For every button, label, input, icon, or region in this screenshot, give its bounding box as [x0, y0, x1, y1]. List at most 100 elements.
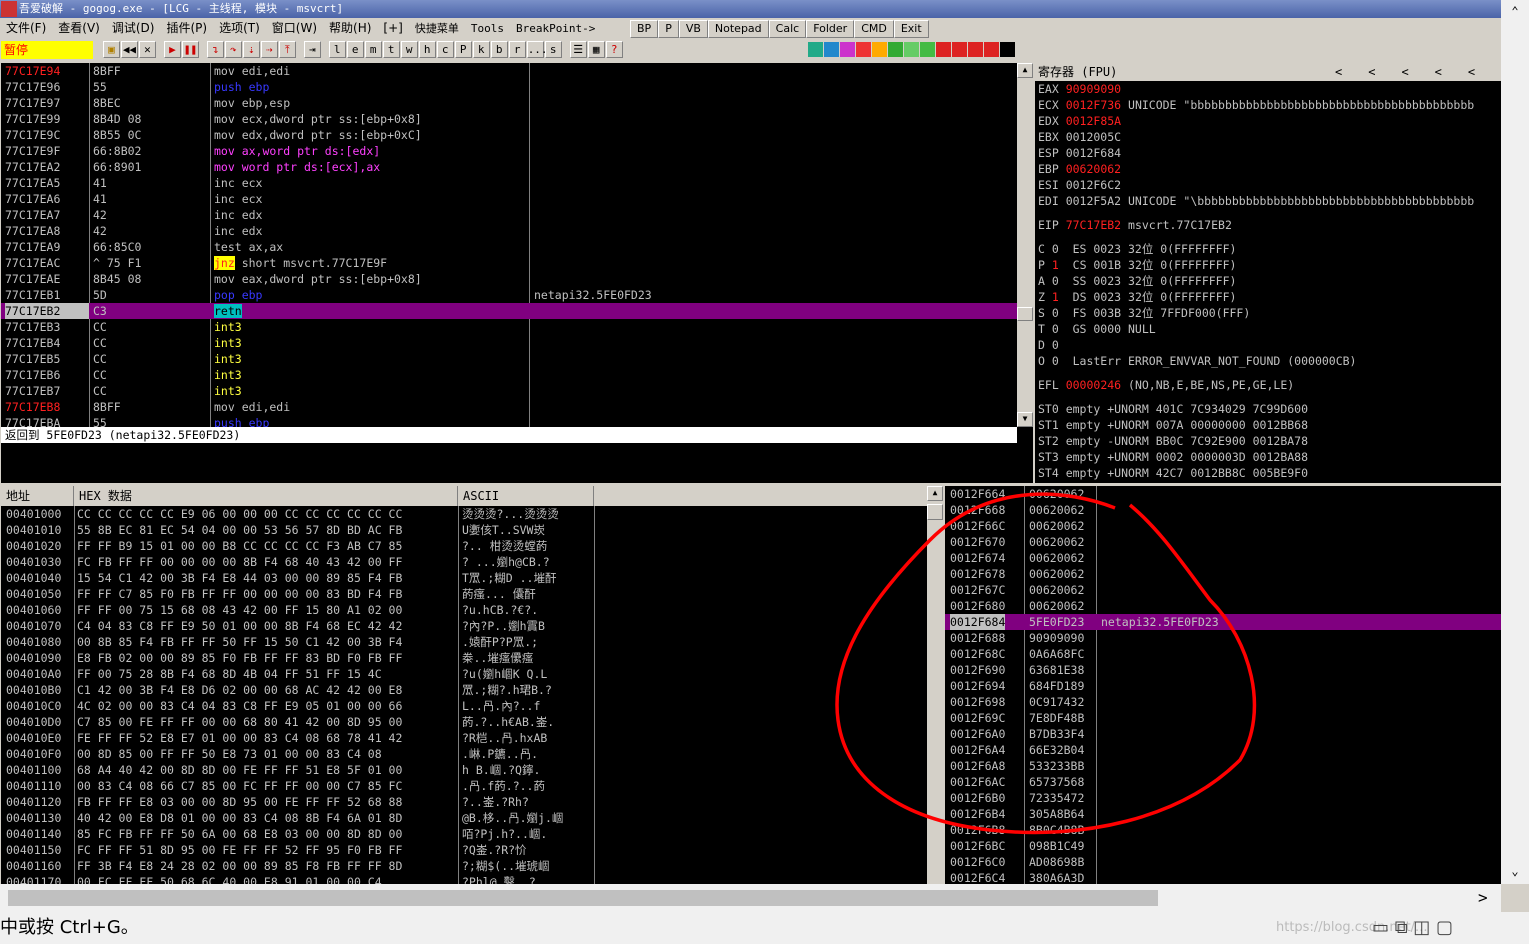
- dump-row[interactable]: 00401140 85 FC FB FF FF 50 6A 00 68 E8 03…: [1, 826, 927, 842]
- stack-row[interactable]: 0012F680 00620062: [945, 598, 1501, 614]
- plugin-icon[interactable]: [856, 42, 871, 57]
- dump-col-ascii[interactable]: ASCII: [458, 486, 594, 506]
- stack-row[interactable]: 0012F678 00620062: [945, 566, 1501, 582]
- register-line[interactable]: ST4 empty +UNORM 42C7 0012BB8C 005BE9F0: [1035, 465, 1501, 481]
- register-line[interactable]: ESP 0012F684: [1035, 145, 1501, 161]
- window-button[interactable]: ...: [526, 41, 548, 58]
- help-icon[interactable]: ?: [605, 41, 623, 58]
- stack-row[interactable]: 0012F6BC 098B1C49: [945, 838, 1501, 854]
- disasm-row[interactable]: 77C17EA9 66:85C0 test ax,ax: [1, 239, 1017, 255]
- scroll-down-icon[interactable]: ⌄: [1505, 864, 1525, 880]
- quick-button[interactable]: VB: [678, 20, 708, 38]
- window-button[interactable]: e: [346, 41, 364, 58]
- dump-row[interactable]: 00401120 FB FF FF E8 03 00 00 8D 95 00 FE…: [1, 794, 927, 810]
- menu-item[interactable]: 快捷菜单: [409, 19, 465, 39]
- plugin-icon[interactable]: [824, 42, 839, 57]
- dump-row[interactable]: 004010F0 00 8D 85 00 FF FF 50 E8 73 01 00…: [1, 746, 927, 762]
- dump-row[interactable]: 00401030 FC FB FF FF 00 00 00 00 8B F4 68…: [1, 554, 927, 570]
- disasm-row[interactable]: 77C17EA7 42 inc edx: [1, 207, 1017, 223]
- register-line[interactable]: [1035, 209, 1501, 217]
- plugin-icon[interactable]: [888, 42, 903, 57]
- dump-row[interactable]: 00401000 CC CC CC CC CC E9 06 00 00 00 CC…: [1, 506, 927, 522]
- dump-row[interactable]: 00401100 68 A4 40 42 00 8D 8D 00 FE FF FF…: [1, 762, 927, 778]
- stack-row[interactable]: 0012F6C4 380A6A3D: [945, 870, 1501, 884]
- list-icon[interactable]: ☰: [569, 41, 587, 58]
- stack-row[interactable]: 0012F694 684FD189: [945, 678, 1501, 694]
- register-line[interactable]: C 0 ES 0023 32位 0(FFFFFFFF): [1035, 241, 1501, 257]
- scroll-up-icon[interactable]: ▲: [927, 486, 943, 501]
- stack-pane[interactable]: 0012F664 00620062 0012F668 00620062 0012F66C…: [945, 486, 1501, 884]
- menu-item[interactable]: 选项(T): [213, 18, 266, 38]
- register-line[interactable]: ST3 empty +UNORM 0002 0000003D 0012BA88: [1035, 449, 1501, 465]
- window-button[interactable]: h: [418, 41, 436, 58]
- stack-row[interactable]: 0012F66C 00620062: [945, 518, 1501, 534]
- disasm-row[interactable]: 77C17EAE 8B45 08 mov eax,dword ptr ss:[ebp…: [1, 271, 1017, 287]
- stack-row[interactable]: 0012F6A0 B7DB33F4: [945, 726, 1501, 742]
- disasm-row[interactable]: 77C17EB1 5D pop ebp netapi32.5FE0FD23: [1, 287, 1017, 303]
- register-line[interactable]: ECX 0012F736 UNICODE "bbbbbbbbbbbbbbbbbb…: [1035, 97, 1501, 113]
- stack-row[interactable]: 0012F6A4 66E32B04: [945, 742, 1501, 758]
- disasm-row[interactable]: 77C17E9F 66:8B02 mov ax,word ptr ds:[edx]: [1, 143, 1017, 159]
- registers-pane[interactable]: EAX 90909090 ECX 0012F736 UNICODE "bbbbbb…: [1035, 63, 1501, 483]
- quick-button[interactable]: Calc: [768, 20, 807, 38]
- step-over-icon[interactable]: ↷: [224, 41, 242, 58]
- disasm-row[interactable]: 77C17E94 8BFF mov edi,edi: [1, 63, 1017, 79]
- disasm-row[interactable]: 77C17EB8 8BFF mov edi,edi: [1, 399, 1017, 415]
- stack-row[interactable]: 0012F684 5FE0FD23 netapi32.5FE0FD23: [945, 614, 1501, 630]
- menu-item[interactable]: BreakPoint->: [510, 19, 601, 39]
- plugin-icon[interactable]: [952, 42, 967, 57]
- disasm-row[interactable]: 77C17EB5 CC int3: [1, 351, 1017, 367]
- stack-row[interactable]: 0012F668 00620062: [945, 502, 1501, 518]
- dump-row[interactable]: 00401070 C4 04 83 C8 FF E9 50 01 00 00 8B…: [1, 618, 927, 634]
- dump-row[interactable]: 00401060 FF FF 00 75 15 68 08 43 42 00 FF…: [1, 602, 927, 618]
- menu-item[interactable]: 窗口(W): [266, 18, 323, 38]
- register-line[interactable]: [1035, 393, 1501, 401]
- scroll-down-icon[interactable]: ▼: [1017, 412, 1033, 427]
- quick-button[interactable]: P: [658, 20, 679, 38]
- register-line[interactable]: O 0 LastErr ERROR_ENVVAR_NOT_FOUND (0000…: [1035, 353, 1501, 369]
- register-line[interactable]: ESI 0012F6C2: [1035, 177, 1501, 193]
- dump-row[interactable]: 00401050 FF FF C7 85 F0 FB FF FF 00 00 00…: [1, 586, 927, 602]
- plugin-icon[interactable]: [920, 42, 935, 57]
- menu-item[interactable]: 文件(F): [0, 18, 52, 38]
- dump-row[interactable]: 004010D0 C7 85 00 FE FF FF 00 00 68 80 41…: [1, 714, 927, 730]
- dump-row[interactable]: 00401110 00 83 C4 08 66 C7 85 00 FC FF FF…: [1, 778, 927, 794]
- window-button[interactable]: m: [364, 41, 382, 58]
- disasm-row[interactable]: 77C17EA2 66:8901 mov word ptr ds:[ecx],ax: [1, 159, 1017, 175]
- plugin-icon[interactable]: [936, 42, 951, 57]
- disasm-row[interactable]: 77C17EA5 41 inc ecx: [1, 175, 1017, 191]
- dump-pane[interactable]: 00401000 CC CC CC CC CC E9 06 00 00 00 CC…: [1, 506, 927, 884]
- disasm-row[interactable]: 77C17EAC ^ 75 F1 jnz short msvcrt.77C17E9F: [1, 255, 1017, 271]
- register-line[interactable]: EDI 0012F5A2 UNICODE "\bbbbbbbbbbbbbbbbb…: [1035, 193, 1501, 209]
- registers-header[interactable]: 寄存器 (FPU) <<<<<: [1035, 63, 1501, 81]
- disassembly-scrollbar[interactable]: ▲ ▼: [1017, 63, 1033, 427]
- quick-button[interactable]: BP: [630, 20, 659, 38]
- register-line[interactable]: EDX 0012F85A: [1035, 113, 1501, 129]
- register-line[interactable]: EFL 00000246 (NO,NB,E,BE,NS,PE,GE,LE): [1035, 377, 1501, 393]
- register-line[interactable]: EAX 90909090: [1035, 81, 1501, 97]
- plugin-icon[interactable]: [984, 42, 999, 57]
- step-into-icon[interactable]: ↴: [206, 41, 224, 58]
- plugin-icon[interactable]: [968, 42, 983, 57]
- window-button[interactable]: c: [436, 41, 454, 58]
- window-button[interactable]: P: [454, 41, 472, 58]
- dump-row[interactable]: 00401150 FC FF FF 51 8D 95 00 FE FF FF 52…: [1, 842, 927, 858]
- register-line[interactable]: Z 1 DS 0023 32位 0(FFFFFFFF): [1035, 289, 1501, 305]
- disasm-row[interactable]: 77C17EB7 CC int3: [1, 383, 1017, 399]
- dump-row[interactable]: 00401170 00 FC FF FF 50 68 6C 40 00 E8 91…: [1, 874, 927, 884]
- scroll-thumb[interactable]: [1017, 307, 1033, 321]
- scroll-right-icon[interactable]: >: [1478, 888, 1488, 907]
- stack-row[interactable]: 0012F674 00620062: [945, 550, 1501, 566]
- scroll-thumb[interactable]: [927, 504, 943, 520]
- disasm-row[interactable]: 77C17EA8 42 inc edx: [1, 223, 1017, 239]
- register-line[interactable]: ST0 empty +UNORM 401C 7C934029 7C99D600: [1035, 401, 1501, 417]
- open-icon[interactable]: ▣: [102, 41, 120, 58]
- menu-item[interactable]: [+]: [377, 18, 408, 38]
- stack-row[interactable]: 0012F6B8 8B0C4B8B: [945, 822, 1501, 838]
- dump-row[interactable]: 004010E0 FE FF FF 52 E8 E7 01 00 00 83 C4…: [1, 730, 927, 746]
- register-line[interactable]: EBP 00620062: [1035, 161, 1501, 177]
- stack-row[interactable]: 0012F664 00620062: [945, 486, 1501, 502]
- register-line[interactable]: [1035, 233, 1501, 241]
- stack-row[interactable]: 0012F68C 0A6A68FC: [945, 646, 1501, 662]
- disasm-row[interactable]: 77C17EB2 C3 retn: [1, 303, 1017, 319]
